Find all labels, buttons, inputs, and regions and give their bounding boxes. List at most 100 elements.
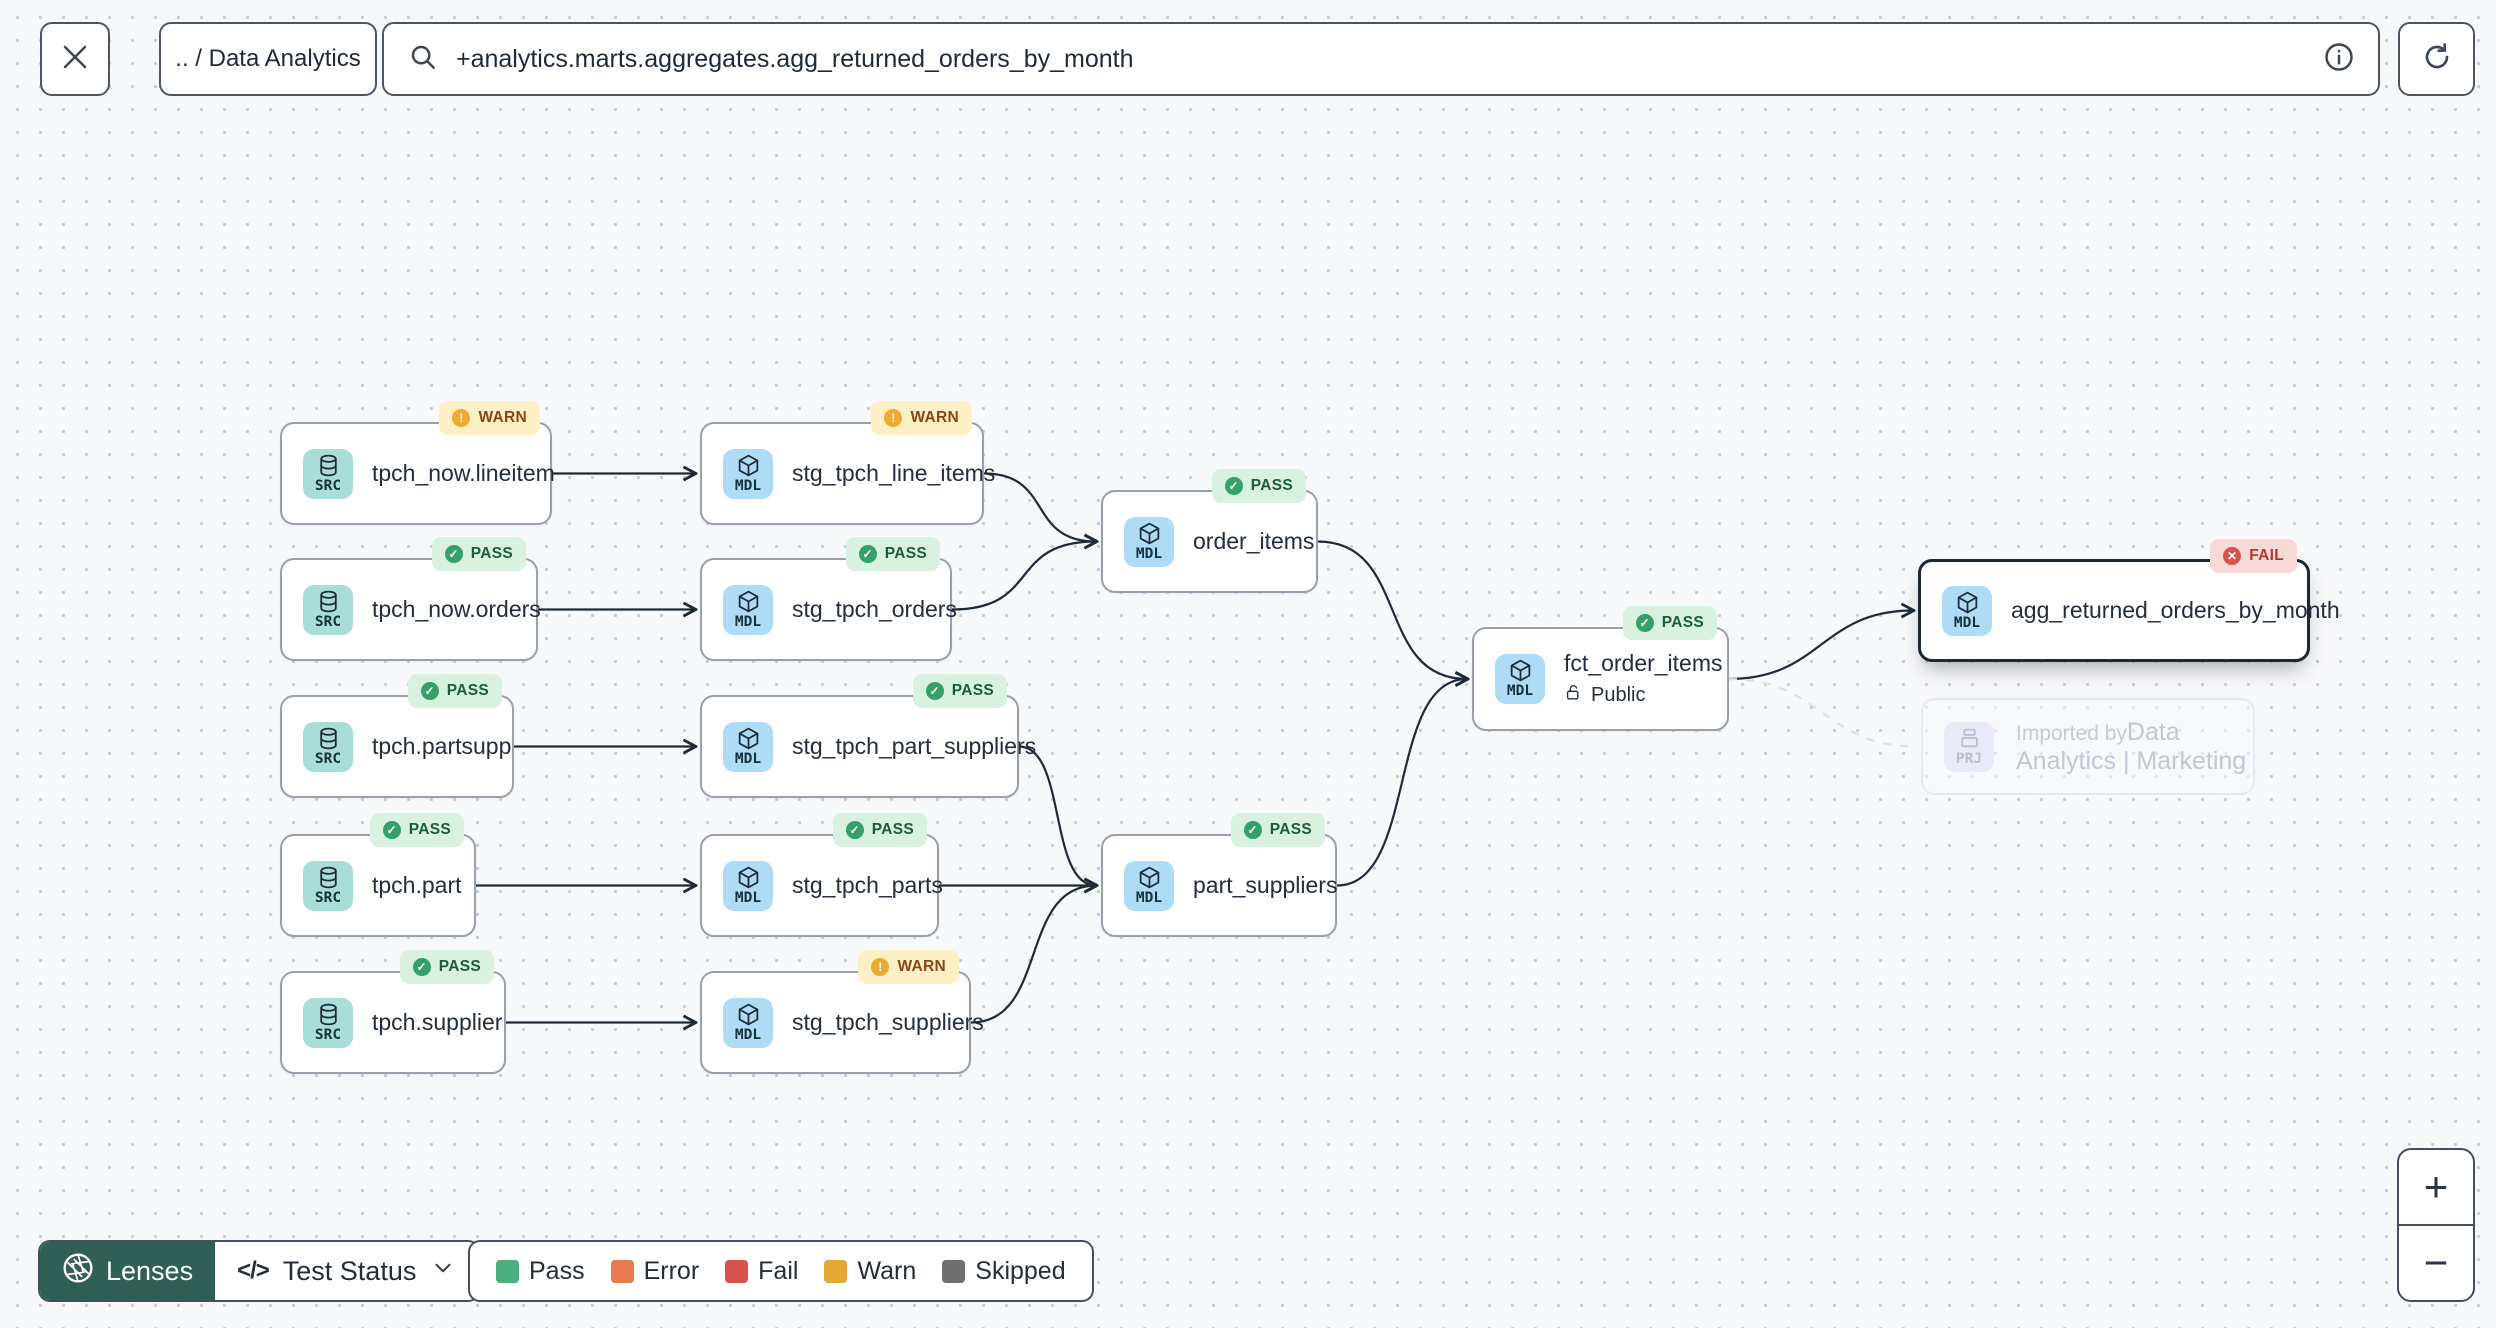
node-kind-tag: MDL	[734, 889, 762, 906]
database-icon: SRC	[303, 997, 353, 1048]
legend-label: Warn	[857, 1256, 917, 1285]
aperture-icon	[62, 1252, 94, 1291]
node-kind-tag: MDL	[734, 613, 762, 630]
node-label: order_items	[1193, 528, 1315, 554]
edge-stg_orders-to-order_items	[951, 542, 1096, 611]
status-badge: ✓ PASS	[1622, 606, 1717, 640]
graph-node-order_items[interactable]: MDL order_items ✓ PASS	[1101, 469, 1318, 593]
zoom-in-button[interactable]: +	[2399, 1150, 2473, 1224]
search-icon	[408, 42, 438, 77]
ghost-title: Imported by	[2016, 721, 2127, 745]
zoom-out-button[interactable]: −	[2399, 1224, 2473, 1300]
edge-fct_order_items-to-agg_returned	[1728, 611, 1913, 681]
info-icon[interactable]	[2324, 42, 2354, 77]
status-dot-icon: !	[884, 409, 903, 427]
node-kind-tag: SRC	[314, 477, 342, 494]
legend-swatch	[725, 1259, 749, 1283]
breadcrumb[interactable]: .. / Data Analytics	[159, 22, 377, 96]
status-badge: ✓ PASS	[431, 537, 526, 571]
status-dot-icon: ✓	[444, 545, 463, 563]
graph-node-stg_tpch_orders[interactable]: MDL stg_tpch_orders ✓ PASS	[700, 537, 957, 661]
status-badge: ✓ PASS	[399, 950, 494, 984]
access-row: Public	[1564, 683, 1723, 708]
status-badge: ! WARN	[439, 401, 540, 435]
model-icon: MDL	[1495, 654, 1545, 704]
legend-item-fail: Fail	[725, 1257, 798, 1286]
model-icon: MDL	[723, 448, 773, 499]
edge-order_items-to-fct_order_items	[1317, 540, 1467, 680]
node-label: tpch_now.orders	[372, 596, 541, 622]
refresh-button[interactable]	[2398, 22, 2475, 96]
ghost-node-imported-by[interactable]: PRJ Imported byData Analytics | Marketing	[1921, 698, 2255, 795]
status-dot-icon: ✓	[1635, 614, 1654, 632]
status-badge: ✓ PASS	[912, 674, 1007, 708]
status-badge: ! WARN	[858, 950, 959, 984]
node-label: tpch.partsupp	[372, 733, 512, 759]
node-label: fct_order_items	[1564, 650, 1723, 676]
graph-node-tpch_now.orders[interactable]: SRC tpch_now.orders ✓ PASS	[280, 537, 541, 661]
graph-node-stg_tpch_suppliers[interactable]: MDL stg_tpch_suppliers ! WARN	[700, 950, 984, 1074]
project-icon: PRJ	[1944, 721, 1994, 772]
node-kind-tag: MDL	[1506, 683, 1534, 700]
node-kind-tag: PRJ	[1955, 750, 1983, 767]
node-label: tpch_now.lineitem	[372, 460, 555, 486]
close-button[interactable]	[40, 22, 110, 96]
lens-selected-label: Test Status	[282, 1255, 417, 1286]
node-kind-tag: MDL	[1135, 545, 1163, 562]
graph-node-stg_tpch_part_suppliers[interactable]: MDL stg_tpch_part_suppliers ✓ PASS	[700, 674, 1036, 798]
status-badge: ✓ PASS	[369, 813, 464, 847]
graph-node-part_suppliers[interactable]: MDL part_suppliers ✓ PASS	[1101, 813, 1338, 937]
status-dot-icon: ✓	[420, 682, 439, 700]
model-icon: MDL	[1124, 516, 1174, 567]
status-dot-icon: ✓	[382, 821, 401, 839]
node-kind-tag: SRC	[314, 750, 342, 767]
graph-node-tpch.supplier[interactable]: SRC tpch.supplier ✓ PASS	[280, 950, 506, 1074]
graph-node-tpch_now.lineitem[interactable]: SRC tpch_now.lineitem ! WARN	[280, 401, 555, 525]
graph-node-stg_tpch_line_items[interactable]: MDL stg_tpch_line_items ! WARN	[700, 401, 995, 525]
graph-node-stg_tpch_parts[interactable]: MDL stg_tpch_parts ✓ PASS	[700, 813, 943, 937]
edge-fct_order_items-to-imported_by	[1728, 678, 1917, 748]
node-kind-tag: SRC	[314, 1026, 342, 1043]
node-kind-tag: MDL	[734, 477, 762, 494]
status-badge: ✓ PASS	[1211, 469, 1306, 503]
lineage-canvas: SRC tpch_now.lineitem ! WARN SRC tpch_now.ord…	[0, 0, 2496, 1328]
node-label: stg_tpch_line_items	[792, 460, 996, 486]
node-label: stg_tpch_parts	[792, 872, 943, 898]
graph-node-agg_returned_orders_by_month[interactable]: MDL agg_returned_orders_by_month ✕ FAIL	[1918, 539, 2340, 662]
lens-dropdown[interactable]: </> Test Status	[215, 1242, 478, 1300]
model-icon: MDL	[1124, 860, 1174, 911]
database-icon: SRC	[303, 448, 353, 499]
database-icon: SRC	[303, 860, 353, 911]
database-icon: SRC	[303, 721, 353, 772]
status-badge: ✓ PASS	[832, 813, 927, 847]
status-badge: ✓ PASS	[407, 674, 502, 708]
access-label: Public	[1591, 684, 1646, 706]
node-label: agg_returned_orders_by_month	[2011, 597, 2340, 623]
breadcrumb-label: .. / Data Analytics	[175, 45, 361, 72]
search-input[interactable]	[456, 44, 2306, 74]
status-dot-icon: ✓	[412, 958, 431, 976]
legend-label: Skipped	[975, 1256, 1066, 1285]
legend-item-error: Error	[610, 1257, 699, 1286]
edge-part_suppliers-to-fct_order_items	[1336, 679, 1467, 887]
status-badge: ✕ FAIL	[2210, 539, 2297, 573]
status-dot-icon: ✓	[1243, 821, 1262, 839]
node-kind-tag: MDL	[734, 750, 762, 767]
node-label: tpch.part	[372, 872, 462, 898]
node-label: part_suppliers	[1193, 872, 1338, 898]
status-dot-icon: !	[452, 409, 471, 427]
status-legend: Pass Error Fail Warn Skipped	[468, 1240, 1094, 1302]
lenses-control: Lenses </> Test Status	[38, 1240, 481, 1302]
node-kind-tag: SRC	[314, 613, 342, 630]
graph-node-fct_order_items[interactable]: MDL fct_order_items Public ✓ PASS	[1472, 606, 1729, 731]
model-icon: MDL	[723, 860, 773, 911]
graph-node-tpch.part[interactable]: SRC tpch.part ✓ PASS	[280, 813, 476, 937]
node-kind-tag: MDL	[734, 1026, 762, 1043]
chevron-down-icon	[430, 1255, 456, 1288]
code-icon: </>	[237, 1257, 270, 1284]
graph-node-tpch.partsupp[interactable]: SRC tpch.partsupp ✓ PASS	[280, 674, 514, 798]
legend-swatch	[824, 1259, 848, 1283]
model-icon: MDL	[1942, 585, 1992, 636]
status-dot-icon: ✕	[2223, 547, 2242, 565]
lenses-button[interactable]: Lenses	[40, 1242, 216, 1300]
